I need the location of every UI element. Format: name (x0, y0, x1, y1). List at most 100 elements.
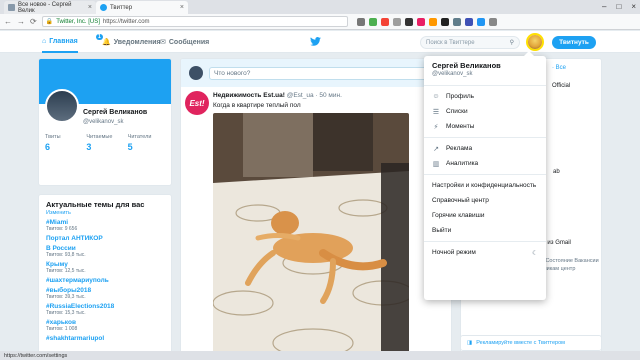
moments-icon: ⚡ (433, 123, 439, 131)
trend-tag: В России (46, 245, 76, 252)
browser-tab-active[interactable]: Твиттер × (96, 1, 188, 14)
menu-item-lists[interactable]: ☰ Списки (424, 104, 546, 119)
tweet-handle[interactable]: @Est_ua (287, 92, 314, 99)
nav-home[interactable]: ⌂ Главная (42, 31, 78, 53)
close-tab-icon[interactable]: × (180, 4, 184, 11)
extension-icon[interactable] (440, 17, 449, 26)
menu-item-moments[interactable]: ⚡ Моменты (424, 119, 546, 134)
site-org: Twitter, Inc. [US] (56, 18, 100, 25)
profile-card: Сергей Великанов @velikanov_sk Твиты 6 Ч… (38, 58, 172, 186)
menu-item-shortcuts[interactable]: Горячие клавиши (424, 208, 546, 223)
extension-icon[interactable] (452, 17, 461, 26)
twitter-bird-icon[interactable] (310, 37, 321, 46)
menu-item-ads[interactable]: ↗ Реклама (424, 141, 546, 156)
profile-name[interactable]: Сергей Великанов (83, 109, 147, 116)
forward-icon[interactable]: → (17, 17, 25, 26)
moon-icon: ☾ (532, 249, 538, 257)
trend-item[interactable]: Крыму Твитов: 12,5 тыс. (46, 261, 164, 274)
menu-item-label: Реклама (446, 145, 473, 152)
tweet-author-avatar[interactable]: Est! (185, 91, 209, 115)
extension-icon[interactable] (392, 17, 401, 26)
trend-item[interactable]: Портал АНТИКОР (46, 235, 164, 242)
minimize-icon[interactable]: – (602, 2, 606, 11)
trend-tag: #RussiaElections2018 (46, 303, 115, 310)
menu-item-night-mode[interactable]: Ночной режим ☾ (424, 245, 546, 260)
window-controls: – □ × (602, 2, 636, 11)
url-text: https://twitter.com (102, 18, 150, 25)
nav-notifications[interactable]: 1 🔔 Уведомления (96, 31, 161, 53)
account-dropdown-menu: Сергей Великанов @velikanov_sk ☺ Профиль … (424, 51, 546, 300)
menu-item-help[interactable]: Справочный центр (424, 193, 546, 208)
profile-stats: Твиты 6 Читаемые 3 Читатели 5 (45, 134, 169, 152)
trend-count: Твитов: 93,8 тыс. (46, 252, 86, 258)
address-bar[interactable]: 🔒 Twitter, Inc. [US] https://twitter.com (41, 16, 348, 27)
extension-icon[interactable] (380, 17, 389, 26)
profile-avatar[interactable] (45, 89, 79, 123)
extension-icon[interactable] (356, 17, 365, 26)
tweet-text: Когда в квартире теплый пол (213, 102, 301, 109)
favicon (8, 4, 15, 11)
trend-item[interactable]: #RussiaElections2018 Твитов: 15,3 тыс. (46, 303, 164, 316)
reload-icon[interactable]: ⟳ (30, 17, 37, 26)
menu-item-label: Горячие клавиши (432, 212, 485, 219)
import-contacts-fragment[interactable]: з из Gmail (543, 240, 571, 246)
profile-handle[interactable]: @velikanov_sk (83, 119, 123, 125)
search-input[interactable]: Поиск в Твиттере ⚲ (420, 36, 520, 49)
tweet[interactable]: Est! Недвижимость Est.ua! @Est_ua · 50 м… (181, 87, 451, 357)
trend-item[interactable]: #шахтермариуполь (46, 277, 164, 284)
tweet-button[interactable]: Твитнуть (552, 36, 596, 49)
trend-tag: #выборы2018 (46, 287, 92, 294)
trend-tag: Портал АНТИКОР (46, 235, 103, 242)
browser-tab-inactive[interactable]: Все новое - Сергей Велик × (4, 1, 96, 14)
search-icon[interactable]: ⚲ (510, 39, 514, 46)
account-avatar-button[interactable] (528, 35, 542, 49)
extension-icon[interactable] (428, 17, 437, 26)
stat-following[interactable]: Читаемые 3 (86, 134, 127, 152)
ads-icon: ◨ (467, 340, 473, 346)
extension-icon[interactable] (464, 17, 473, 26)
extension-icon[interactable] (416, 17, 425, 26)
nav-messages[interactable]: ✉ Сообщения (160, 31, 209, 53)
menu-item-label: Настройки и конфиденциальность (432, 182, 537, 189)
compose-input[interactable]: Что нового? (209, 66, 443, 80)
close-window-icon[interactable]: × (631, 2, 636, 11)
close-tab-icon[interactable]: × (88, 4, 92, 11)
trend-item[interactable]: #выборы2018 Твитов: 39,3 тыс. (46, 287, 164, 300)
extension-icon[interactable] (476, 17, 485, 26)
menu-user-name[interactable]: Сергей Великанов (424, 58, 546, 70)
trends-change-link[interactable]: Изменить (46, 210, 164, 216)
menu-item-analytics[interactable]: ▥ Аналитика (424, 156, 546, 171)
timeline: Что нового? Est! Недвижимость Est.ua! @E… (180, 58, 452, 358)
advertise-card[interactable]: ◨ Рекламируйте вместе с Твиттером (460, 335, 602, 351)
menu-item-settings[interactable]: Настройки и конфиденциальность (424, 178, 546, 193)
menu-dots-icon[interactable] (488, 17, 497, 26)
composer-avatar (189, 66, 203, 80)
tweet-time[interactable]: · 50 мин. (315, 92, 342, 99)
menu-item-logout[interactable]: Выйти (424, 223, 546, 238)
stat-tweets[interactable]: Твиты 6 (45, 134, 86, 152)
trend-item[interactable]: В России Твитов: 93,8 тыс. (46, 245, 164, 258)
menu-item-label: Профиль (446, 93, 475, 100)
lock-icon: 🔒 (45, 19, 54, 25)
who-to-follow-all-link[interactable]: · Все (552, 65, 566, 71)
browser-status-bar: https://twitter.com/settings (0, 351, 640, 360)
trend-item[interactable]: #харьков Твитов: 1 008 (46, 319, 164, 332)
trend-item[interactable]: #shakhtarmariupol (46, 335, 164, 342)
envelope-icon: ✉ (160, 39, 166, 46)
divider (424, 137, 546, 138)
stat-followers[interactable]: Читатели 5 (128, 134, 169, 152)
trend-item[interactable]: #Miami Твитов: 9 656 (46, 219, 164, 232)
extension-icon[interactable] (368, 17, 377, 26)
maximize-icon[interactable]: □ (616, 2, 621, 11)
tweet-photo-cat-on-floor[interactable] (213, 113, 409, 357)
back-icon[interactable]: ← (4, 17, 12, 26)
menu-item-profile[interactable]: ☺ Профиль (424, 89, 546, 104)
divider (424, 174, 546, 175)
tab-strip: Все новое - Сергей Велик × Твиттер × – □… (0, 0, 640, 14)
menu-item-label: Моменты (446, 123, 475, 130)
trend-count: Твитов: 9 656 (46, 226, 78, 232)
advertise-link[interactable]: Рекламируйте вместе с Твиттером (476, 340, 565, 346)
tweet-author[interactable]: Недвижимость Est.ua! (213, 92, 285, 99)
menu-user-handle: @velikanov_sk (432, 71, 473, 77)
extension-icon[interactable] (404, 17, 413, 26)
